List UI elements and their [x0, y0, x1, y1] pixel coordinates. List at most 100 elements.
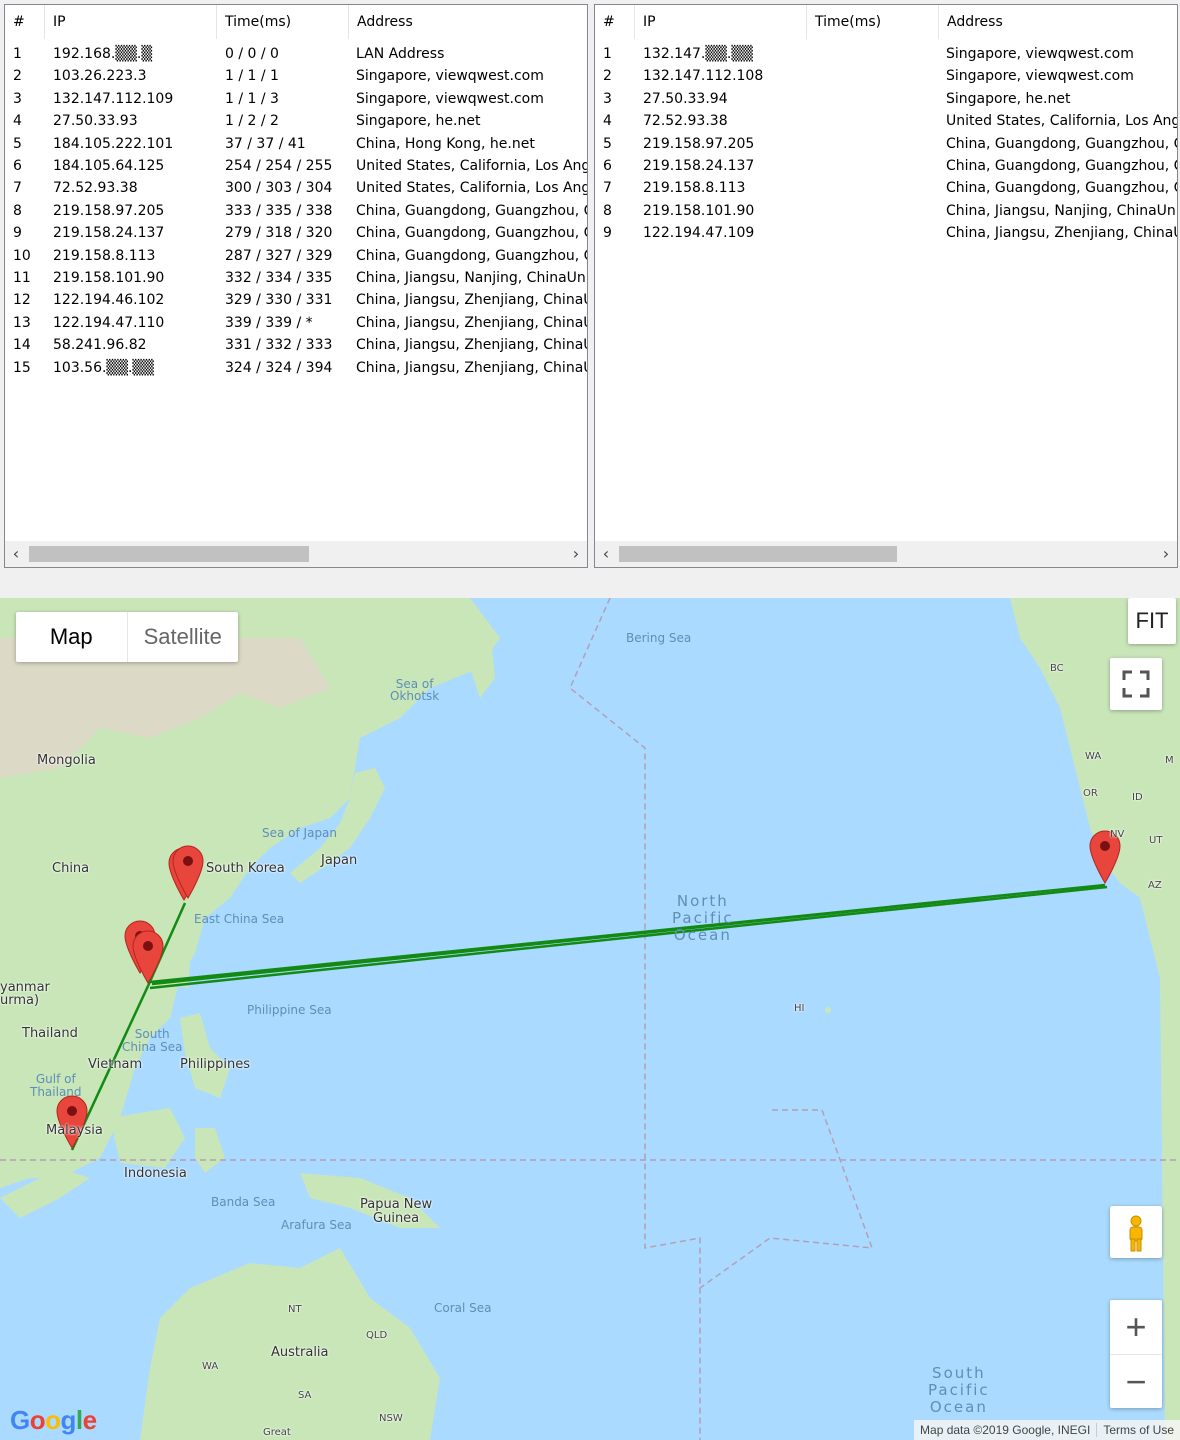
- label-wa-us: WA: [1085, 751, 1102, 762]
- hop-time: 332 / 334 / 335: [225, 270, 333, 286]
- scroll-right-arrow[interactable]: ›: [1155, 541, 1177, 567]
- label-papua-new-guinea: Papua New Guinea: [360, 1197, 433, 1226]
- scroll-right-arrow[interactable]: ›: [565, 541, 587, 567]
- hop-number: 2: [13, 68, 22, 85]
- table-row[interactable]: 13 122.194.47.110 339 / 339 / * China, Jian…: [5, 312, 587, 334]
- table-row[interactable]: 5 219.158.97.205 China, Guangdong, Guangzh…: [595, 133, 1177, 155]
- label-japan: Japan: [321, 853, 358, 868]
- table-row[interactable]: 7 72.52.93.38 300 / 303 / 304 United States…: [5, 177, 587, 199]
- hop-number: 15: [13, 359, 31, 376]
- horizontal-scrollbar[interactable]: ‹ ›: [5, 541, 587, 567]
- column-header-address[interactable]: Address: [349, 5, 587, 39]
- horizontal-scrollbar[interactable]: ‹ ›: [595, 541, 1177, 567]
- table-row[interactable]: 4 72.52.93.38 United States, California, L…: [595, 110, 1177, 132]
- label-sea-of-japan: Sea of Japan: [262, 826, 338, 840]
- left-trace-table[interactable]: # IP Time(ms) Address 1 192.168.▒▒.▒ 0 / 0…: [4, 4, 588, 568]
- scroll-thumb[interactable]: [619, 546, 897, 562]
- hop-number: 8: [13, 202, 22, 219]
- hop-time: 37 / 37 / 41: [225, 135, 306, 152]
- attribution-text: Map data ©2019 Google, INEGI: [920, 1423, 1091, 1437]
- hop-number: 12: [13, 292, 31, 309]
- hop-time: [815, 222, 943, 244]
- table-row[interactable]: 2 132.147.112.108 Singapore, viewqwest.com: [595, 65, 1177, 87]
- fullscreen-button[interactable]: [1110, 658, 1162, 710]
- hop-address: Singapore, viewqwest.com: [946, 68, 1134, 85]
- label-north-pacific-ocean: North Pacific Ocean: [672, 892, 734, 944]
- map-attribution: Map data ©2019 Google, INEGI Terms of Use: [914, 1420, 1180, 1440]
- map-type-map-button[interactable]: Map: [16, 612, 127, 662]
- column-header-number[interactable]: #: [595, 5, 635, 39]
- hop-ip: 219.158.8.113: [53, 247, 156, 264]
- hop-address: China, Guangdong, Guangzhou, Chi: [946, 158, 1178, 174]
- hop-number: 4: [13, 113, 22, 130]
- hop-address: China, Jiangsu, Zhenjiang, ChinaUni: [356, 359, 588, 376]
- hop-number: 8: [603, 202, 612, 219]
- table-row[interactable]: 1 132.147.▒▒.▒▒ Singapore, viewqwest.com: [595, 43, 1177, 65]
- label-bc: BC: [1050, 663, 1064, 674]
- table-row[interactable]: 5 184.105.222.101 37 / 37 / 41 China, Hong …: [5, 133, 587, 155]
- hop-number: 6: [13, 158, 22, 174]
- hop-time: [815, 43, 943, 65]
- hop-ip: 103.56.▒▒.▒▒: [53, 359, 154, 376]
- route-map[interactable]: Mongolia China South Korea Japan yanmar …: [0, 598, 1180, 1440]
- hop-ip: 122.194.46.102: [53, 292, 165, 309]
- hop-ip: 27.50.33.94: [643, 90, 728, 107]
- hop-number: 7: [13, 180, 22, 197]
- column-header-time[interactable]: Time(ms): [807, 5, 939, 39]
- fit-button[interactable]: FIT: [1128, 598, 1176, 644]
- table-row[interactable]: 3 132.147.112.109 1 / 1 / 3 Singapore, view…: [5, 88, 587, 110]
- hop-ip: 219.158.101.90: [53, 270, 165, 286]
- right-trace-table[interactable]: # IP Time(ms) Address 1 132.147.▒▒.▒▒ Sing…: [594, 4, 1178, 568]
- map-canvas: [0, 598, 1180, 1440]
- pegman-icon: [1129, 1215, 1143, 1252]
- hop-ip: 132.147.112.108: [643, 68, 764, 85]
- zoom-out-button[interactable]: −: [1110, 1355, 1162, 1409]
- table-row[interactable]: 8 219.158.101.90 China, Jiangsu, Nanjing, …: [595, 200, 1177, 222]
- hop-number: 6: [603, 158, 612, 174]
- column-header-ip[interactable]: IP: [635, 5, 807, 39]
- street-view-pegman[interactable]: [1110, 1206, 1162, 1258]
- scroll-left-arrow[interactable]: ‹: [5, 541, 27, 567]
- hop-address: United States, California, Los Angele: [946, 113, 1178, 130]
- table-row[interactable]: 10 219.158.8.113 287 / 327 / 329 China, Gua…: [5, 245, 587, 267]
- date-line: [569, 598, 701, 1440]
- label-east-china-sea: East China Sea: [194, 912, 285, 926]
- table-row[interactable]: 6 219.158.24.137 China, Guangdong, Guangzh…: [595, 155, 1177, 177]
- table-row[interactable]: 12 122.194.46.102 329 / 330 / 331 China, Ji…: [5, 289, 587, 311]
- hop-address: China, Jiangsu, Zhenjiang, ChinaUni: [946, 225, 1178, 242]
- table-row[interactable]: 11 219.158.101.90 332 / 334 / 335 China, Ji…: [5, 267, 587, 289]
- column-header-address[interactable]: Address: [939, 5, 1177, 39]
- route-line: [151, 896, 981, 986]
- scroll-thumb[interactable]: [29, 546, 309, 562]
- table-row[interactable]: 9 122.194.47.109 China, Jiangsu, Zhenjiang…: [595, 222, 1177, 244]
- table-row[interactable]: 4 27.50.33.93 1 / 2 / 2 Singapore, he.net: [5, 110, 587, 132]
- hop-time: 300 / 303 / 304: [225, 180, 333, 197]
- table-row[interactable]: 14 58.241.96.82 331 / 332 / 333 China, Jian…: [5, 334, 587, 356]
- hop-ip: 132.147.▒▒.▒▒: [643, 46, 753, 62]
- hop-time: 0 / 0 / 0: [225, 46, 279, 62]
- column-header-number[interactable]: #: [5, 5, 45, 39]
- table-row[interactable]: 7 219.158.8.113 China, Guangdong, Guangzho…: [595, 177, 1177, 199]
- label-banda-sea: Banda Sea: [211, 1195, 276, 1209]
- map-type-satellite-button[interactable]: Satellite: [126, 612, 239, 662]
- hop-address: China, Jiangsu, Zhenjiang, ChinaUni: [356, 292, 588, 309]
- hop-time: 1 / 1 / 1: [225, 68, 279, 85]
- hop-address: Singapore, he.net: [946, 90, 1071, 107]
- table-row[interactable]: 15 103.56.▒▒.▒▒ 324 / 324 / 394 China, Jian…: [5, 357, 587, 379]
- table-row[interactable]: 6 184.105.64.125 254 / 254 / 255 United Sta…: [5, 155, 587, 177]
- column-header-ip[interactable]: IP: [45, 5, 217, 39]
- hop-ip: 122.194.47.109: [643, 225, 755, 242]
- label-bering-sea: Bering Sea: [626, 631, 692, 645]
- table-row[interactable]: 1 192.168.▒▒.▒ 0 / 0 / 0 LAN Address: [5, 43, 587, 65]
- table-row[interactable]: 2 103.26.223.3 1 / 1 / 1 Singapore, viewqwe…: [5, 65, 587, 87]
- table-row[interactable]: 8 219.158.97.205 333 / 335 / 338 China, Gua…: [5, 200, 587, 222]
- table-row[interactable]: 3 27.50.33.94 Singapore, he.net: [595, 88, 1177, 110]
- hop-ip: 27.50.33.93: [53, 113, 138, 130]
- label-id: ID: [1132, 792, 1143, 803]
- sulawesi: [195, 1128, 225, 1173]
- table-row[interactable]: 9 219.158.24.137 279 / 318 / 320 China, Gua…: [5, 222, 587, 244]
- scroll-left-arrow[interactable]: ‹: [595, 541, 617, 567]
- terms-of-use-link[interactable]: Terms of Use: [1096, 1423, 1180, 1437]
- column-header-time[interactable]: Time(ms): [217, 5, 349, 39]
- zoom-in-button[interactable]: +: [1110, 1300, 1162, 1355]
